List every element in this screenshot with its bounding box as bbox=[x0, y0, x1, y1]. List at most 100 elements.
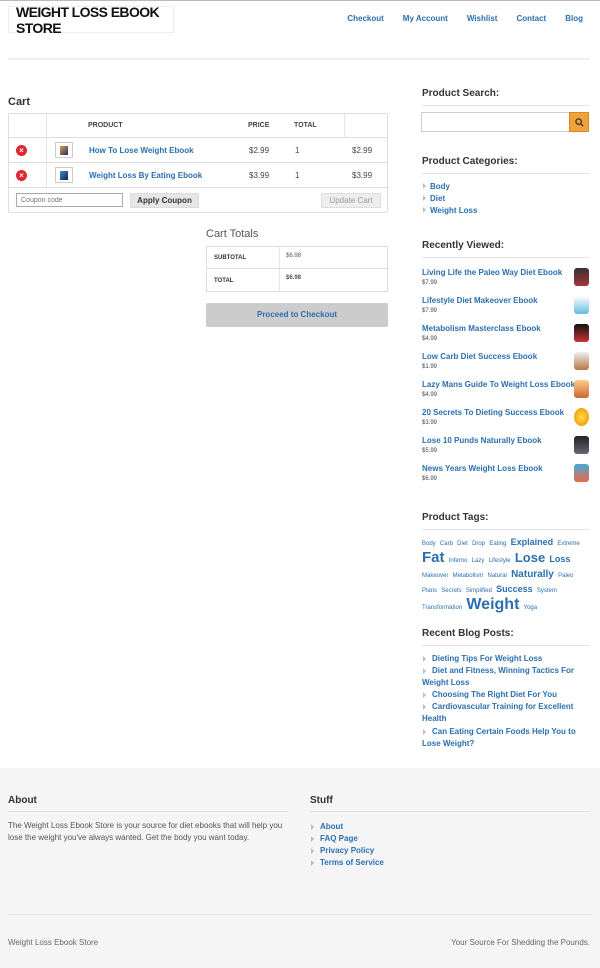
product-cover-image[interactable] bbox=[574, 352, 589, 370]
footer-bottom-divider bbox=[8, 914, 590, 915]
tag-link[interactable]: Naturally bbox=[511, 569, 554, 580]
tag-link[interactable]: Yoga bbox=[524, 605, 537, 611]
recent-product-price: $4.99 bbox=[422, 336, 438, 342]
blog-post-title: Cardiovascular Training for Excellent He… bbox=[422, 702, 574, 723]
tag-link[interactable]: Carb bbox=[440, 541, 453, 547]
category-body[interactable]: Body bbox=[430, 182, 450, 191]
tag-link[interactable]: Lazy bbox=[472, 558, 485, 564]
product-thumbnail[interactable] bbox=[55, 167, 73, 183]
footer-link-privacy[interactable]: Privacy Policy bbox=[320, 846, 374, 855]
remove-item-button[interactable]: × bbox=[16, 170, 27, 181]
bullet-icon bbox=[311, 860, 314, 866]
tag-link[interactable]: Makeover bbox=[422, 573, 448, 579]
product-cover-image[interactable] bbox=[574, 296, 589, 314]
tag-link[interactable]: Lifestyle bbox=[489, 558, 511, 564]
col-product: PRODUCT bbox=[88, 122, 123, 129]
cart-title: Cart bbox=[8, 96, 31, 108]
footer-link-terms[interactable]: Terms of Service bbox=[320, 858, 384, 867]
category-weight-loss[interactable]: Weight Loss bbox=[430, 206, 477, 215]
recent-product-link[interactable]: Lazy Mans Guide To Weight Loss Ebook bbox=[422, 380, 575, 389]
tag-link[interactable]: Weight bbox=[466, 596, 519, 613]
blog-post-link[interactable]: Can Eating Certain Foods Help You to Los… bbox=[422, 726, 590, 750]
footer-link-faq[interactable]: FAQ Page bbox=[320, 834, 358, 843]
recent-product-link[interactable]: News Years Weight Loss Ebook bbox=[422, 464, 543, 473]
tag-link[interactable]: Plans bbox=[422, 588, 437, 594]
item-quantity[interactable]: 1 bbox=[295, 146, 299, 155]
recent-product-link[interactable]: Lose 10 Punds Naturally Ebook bbox=[422, 436, 542, 445]
item-total: $3.99 bbox=[352, 171, 373, 180]
apply-coupon-button[interactable]: Apply Coupon bbox=[130, 193, 199, 208]
tag-link[interactable]: Diet bbox=[457, 541, 468, 547]
tag-link[interactable]: Metabolism bbox=[453, 573, 484, 579]
item-price: $3.99 bbox=[249, 171, 270, 180]
search-button[interactable] bbox=[569, 112, 589, 132]
product-cover-image[interactable] bbox=[574, 268, 589, 286]
tag-link[interactable]: Paleo bbox=[558, 573, 573, 579]
tag-link[interactable]: Simplified bbox=[466, 588, 492, 594]
tag-link[interactable]: Drop bbox=[472, 541, 485, 547]
tag-link[interactable]: Lose bbox=[515, 550, 545, 565]
tag-link[interactable]: Body bbox=[422, 541, 436, 547]
tag-link[interactable]: Natural bbox=[488, 573, 507, 579]
tag-link[interactable]: Transformation bbox=[422, 605, 462, 611]
blog-post-link[interactable]: Dieting Tips For Weight Loss bbox=[422, 653, 590, 665]
tag-link[interactable]: Loss bbox=[549, 554, 570, 564]
recent-product-link[interactable]: Lifestyle Diet Makeover Ebook bbox=[422, 296, 538, 305]
recent-product-link[interactable]: Metabolism Masterclass Ebook bbox=[422, 324, 541, 333]
product-thumbnail[interactable] bbox=[55, 142, 73, 158]
blog-post-link[interactable]: Choosing The Right Diet For You bbox=[422, 689, 590, 701]
tag-link[interactable]: System bbox=[537, 588, 557, 594]
site-logo[interactable]: WEIGHT LOSS EBOOK STORE bbox=[8, 4, 174, 36]
product-cover-image[interactable] bbox=[574, 380, 589, 398]
product-link[interactable]: How To Lose Weight Ebook bbox=[89, 146, 194, 155]
recent-product-link[interactable]: 20 Secrets To Dieting Success Ebook bbox=[422, 408, 564, 417]
update-cart-button[interactable]: Update Cart bbox=[321, 193, 381, 208]
tag-link[interactable]: Success bbox=[496, 584, 533, 594]
footer-link-about[interactable]: About bbox=[320, 822, 343, 831]
nav-my-account[interactable]: My Account bbox=[403, 14, 448, 23]
coupon-code-input[interactable] bbox=[16, 193, 123, 207]
tag-link[interactable]: Eating bbox=[489, 541, 506, 547]
recent-product-link[interactable]: Low Carb Diet Success Ebook bbox=[422, 352, 537, 361]
nav-checkout[interactable]: Checkout bbox=[347, 14, 383, 23]
header-divider bbox=[8, 58, 590, 60]
tag-link[interactable]: Fat bbox=[422, 549, 445, 566]
product-cover-image[interactable] bbox=[574, 408, 589, 426]
blog-post-link[interactable]: Diet and Fitness, Winning Tactics For We… bbox=[422, 665, 590, 689]
nav-wishlist[interactable]: Wishlist bbox=[467, 14, 498, 23]
cart-table: PRODUCT PRICE TOTAL × How To Lose Weight… bbox=[8, 113, 388, 213]
nav-blog[interactable]: Blog bbox=[565, 14, 583, 23]
product-search-title: Product Search: bbox=[422, 88, 500, 99]
site-footer: About The Weight Loss Ebook Store is you… bbox=[0, 768, 600, 968]
product-tags-title: Product Tags: bbox=[422, 512, 489, 523]
bullet-icon bbox=[423, 183, 426, 189]
item-quantity[interactable]: 1 bbox=[295, 171, 299, 180]
product-link[interactable]: Weight Loss By Eating Ebook bbox=[89, 171, 202, 180]
blog-post-title: Choosing The Right Diet For You bbox=[432, 690, 558, 699]
blog-post-title: Can Eating Certain Foods Help You to Los… bbox=[422, 727, 576, 748]
sidebar-divider bbox=[422, 257, 590, 258]
col-total: TOTAL bbox=[294, 122, 317, 129]
product-cover-image[interactable] bbox=[574, 464, 589, 482]
bullet-icon bbox=[423, 207, 426, 213]
recent-product-link[interactable]: Living Life the Paleo Way Diet Ebook bbox=[422, 268, 562, 277]
blog-post-link[interactable]: Cardiovascular Training for Excellent He… bbox=[422, 701, 590, 725]
proceed-to-checkout-button[interactable]: Proceed to Checkout bbox=[206, 303, 388, 327]
product-search-input[interactable] bbox=[421, 112, 570, 132]
main-nav: Checkout My Account Wishlist Contact Blo… bbox=[328, 14, 583, 23]
tag-link[interactable]: Explained bbox=[511, 537, 554, 547]
product-cover-image[interactable] bbox=[574, 436, 589, 454]
sidebar-divider bbox=[422, 105, 590, 106]
tag-link[interactable]: Inferno bbox=[449, 558, 468, 564]
column-divider bbox=[344, 114, 345, 138]
recently-viewed-title: Recently Viewed: bbox=[422, 240, 505, 251]
category-diet[interactable]: Diet bbox=[430, 194, 445, 203]
tag-link[interactable]: Secrets bbox=[441, 588, 461, 594]
recent-product: Lazy Mans Guide To Weight Loss Ebook $4.… bbox=[422, 380, 590, 408]
nav-contact[interactable]: Contact bbox=[516, 14, 546, 23]
remove-item-button[interactable]: × bbox=[16, 145, 27, 156]
bullet-icon bbox=[311, 824, 314, 830]
tag-link[interactable]: Extreme bbox=[557, 541, 579, 547]
product-cover-image[interactable] bbox=[574, 324, 589, 342]
recent-product: Low Carb Diet Success Ebook $1.99 bbox=[422, 352, 590, 380]
